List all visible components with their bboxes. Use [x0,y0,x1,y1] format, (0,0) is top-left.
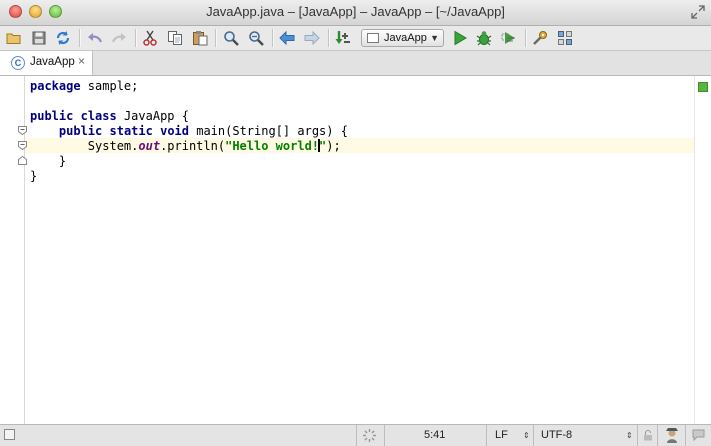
encoding-selector[interactable]: UTF-8 ⇕ [533,425,638,446]
forward-arrow-icon[interactable] [303,29,321,47]
code-line: System.out.println("Hello world!"); [30,139,341,154]
code-token: System. [87,139,139,153]
static-field-token: out [138,139,161,153]
encoding-label: UTF-8 [541,429,573,441]
hector-inspector-icon[interactable] [657,425,686,446]
line-separator-label: LF [495,429,508,441]
application-config-icon [367,33,379,43]
open-folder-icon[interactable] [5,29,23,47]
chevron-updown-icon: ⇕ [523,431,530,440]
synchronize-icon[interactable] [54,29,72,47]
code-token: JavaApp { [116,109,189,123]
chevron-down-icon: ▼ [430,33,439,43]
string-token: "Hello world! [225,139,320,153]
toolbar-separator [215,29,217,47]
code-token: .println( [160,139,226,153]
close-tab-icon[interactable]: × [78,54,85,68]
caret-position-label: 5:41 [424,429,446,441]
run-with-coverage-icon[interactable] [500,29,518,47]
chevron-updown-icon: ⇕ [626,431,633,440]
error-stripe[interactable] [694,76,711,424]
find-icon[interactable] [222,29,240,47]
project-structure-icon[interactable] [556,29,574,47]
make-project-icon[interactable] [334,29,352,47]
undo-icon[interactable] [86,29,104,47]
code-token: sample; [80,79,139,93]
keyword-token: static [109,124,153,138]
keyword-token: public [58,124,103,138]
java-class-file-icon: C [11,56,25,70]
toolbar-separator [79,29,81,47]
code-line: package sample; [30,79,138,94]
code-token: } [58,154,67,168]
redo-icon[interactable] [110,29,128,47]
copy-icon[interactable] [166,29,184,47]
paste-icon[interactable] [191,29,209,47]
tab-label: JavaApp [30,56,75,68]
caret-position[interactable]: 5:41 [384,425,487,446]
fold-collapse-icon[interactable] [18,126,27,135]
code-line: } [30,169,37,184]
toolbar-separator [525,29,527,47]
fold-collapse-icon[interactable] [18,141,27,150]
status-bar: 5:41 LF ⇕ UTF-8 ⇕ [0,424,711,446]
event-log-icon[interactable] [685,425,711,446]
code-token: main(String[] args) { [189,124,348,138]
run-configuration-label: JavaApp [384,32,427,44]
code-line: } [30,154,66,169]
keyword-token: package [30,79,81,93]
toolbar-separator [135,29,137,47]
debug-icon[interactable] [475,29,493,47]
main-toolbar: JavaApp ▼ [0,26,711,51]
code-line: public static void main(String[] args) { [30,124,348,139]
read-only-lock-icon[interactable] [637,425,658,446]
code-editor[interactable]: package sample; public class JavaApp { p… [0,76,711,424]
keyword-token: public [30,109,74,123]
code-token: ); [326,139,341,153]
save-icon[interactable] [30,29,48,47]
window-title: JavaApp.java – [JavaApp] – JavaApp – [~/… [206,4,505,19]
inspection-ok-indicator[interactable] [698,82,708,92]
tab-javaapp[interactable]: C JavaApp × [0,51,93,75]
code-line: public class JavaApp { [30,109,189,124]
window-titlebar: JavaApp.java – [JavaApp] – JavaApp – [~/… [0,0,711,26]
line-separator-selector[interactable]: LF ⇕ [486,425,534,446]
toolbar-separator [328,29,330,47]
fold-end-icon[interactable] [18,156,27,165]
background-tasks-icon[interactable] [356,425,385,446]
toolbar-separator [272,29,274,47]
keyword-token: void [160,124,189,138]
editor-tab-bar: C JavaApp × [0,51,711,76]
keyword-token: class [80,109,117,123]
settings-icon[interactable] [531,29,549,47]
cut-icon[interactable] [141,29,159,47]
run-configuration-select[interactable]: JavaApp ▼ [361,29,444,47]
tool-windows-toggle-icon[interactable] [4,429,15,440]
replace-icon[interactable] [247,29,265,47]
code-token: } [30,169,38,183]
fullscreen-icon[interactable] [691,5,705,19]
run-icon[interactable] [451,29,469,47]
back-arrow-icon[interactable] [278,29,296,47]
